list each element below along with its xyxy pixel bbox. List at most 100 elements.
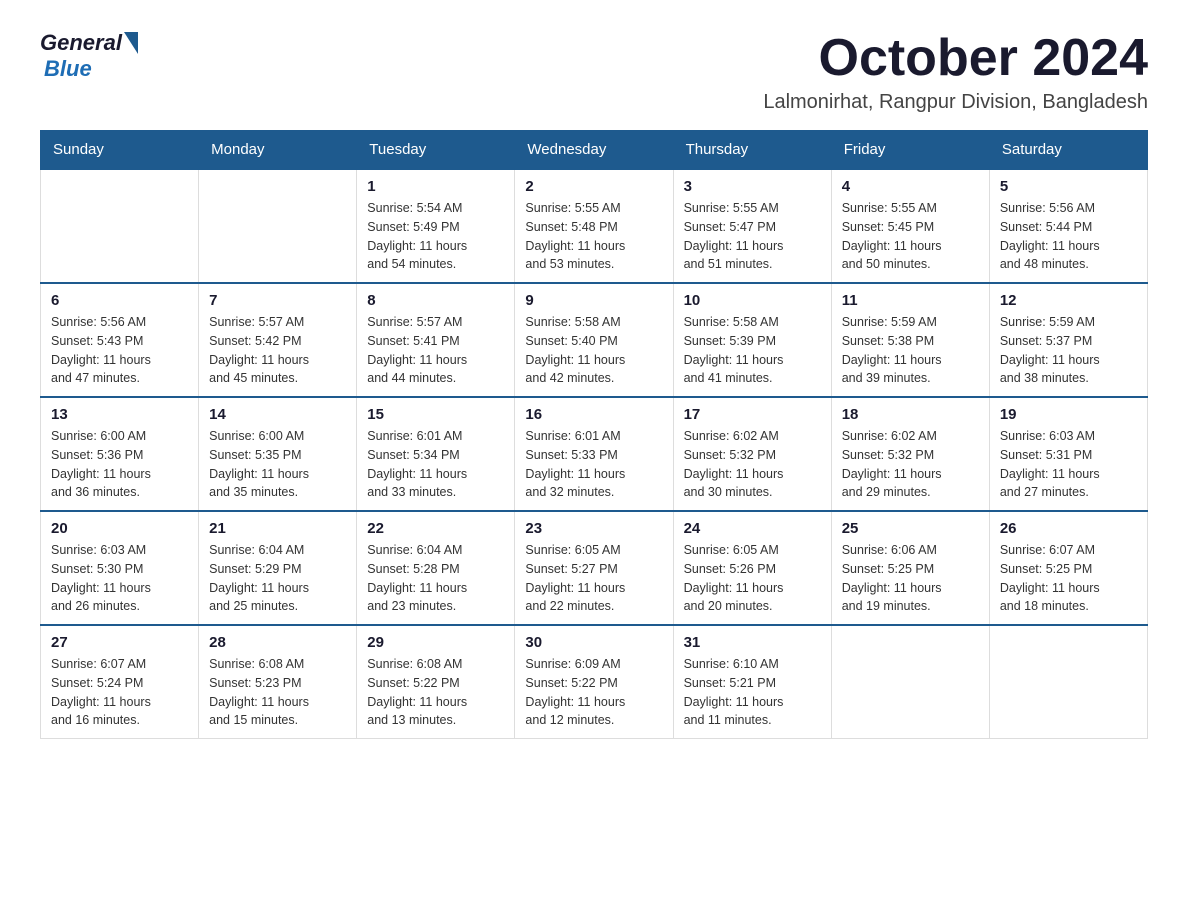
day-number: 8 — [367, 292, 504, 309]
day-info: Sunrise: 6:00 AM Sunset: 5:35 PM Dayligh… — [209, 427, 346, 502]
weekday-header-friday: Friday — [831, 131, 989, 170]
day-number: 4 — [842, 178, 979, 195]
day-info: Sunrise: 5:55 AM Sunset: 5:47 PM Dayligh… — [684, 199, 821, 274]
day-cell — [199, 169, 357, 283]
calendar-table: SundayMondayTuesdayWednesdayThursdayFrid… — [40, 130, 1148, 739]
day-info: Sunrise: 6:03 AM Sunset: 5:30 PM Dayligh… — [51, 541, 188, 616]
logo-general-text: General — [40, 30, 122, 56]
day-cell: 25 Sunrise: 6:06 AM Sunset: 5:25 PM Dayli… — [831, 511, 989, 625]
day-info: Sunrise: 5:59 AM Sunset: 5:37 PM Dayligh… — [1000, 313, 1137, 388]
day-info: Sunrise: 6:02 AM Sunset: 5:32 PM Dayligh… — [842, 427, 979, 502]
day-cell: 10Sunrise: 5:58 AM Sunset: 5:39 PM Dayli… — [673, 283, 831, 397]
day-cell: 4 Sunrise: 5:55 AM Sunset: 5:45 PM Daylig… — [831, 169, 989, 283]
day-number: 31 — [684, 634, 821, 651]
day-info: Sunrise: 6:01 AM Sunset: 5:34 PM Dayligh… — [367, 427, 504, 502]
day-cell: 22 Sunrise: 6:04 AM Sunset: 5:28 PM Dayli… — [357, 511, 515, 625]
day-number: 29 — [367, 634, 504, 651]
day-info: Sunrise: 6:04 AM Sunset: 5:28 PM Dayligh… — [367, 541, 504, 616]
day-number: 13 — [51, 406, 188, 423]
week-row-1: 1 Sunrise: 5:54 AM Sunset: 5:49 PM Daylig… — [41, 169, 1148, 283]
day-cell: 27 Sunrise: 6:07 AM Sunset: 5:24 PM Dayli… — [41, 625, 199, 739]
day-number: 17 — [684, 406, 821, 423]
day-number: 6 — [51, 292, 188, 309]
day-cell: 12 Sunrise: 5:59 AM Sunset: 5:37 PM Dayli… — [989, 283, 1147, 397]
day-number: 12 — [1000, 292, 1137, 309]
day-cell: 31Sunrise: 6:10 AM Sunset: 5:21 PM Dayli… — [673, 625, 831, 739]
day-cell: 7Sunrise: 5:57 AM Sunset: 5:42 PM Daylig… — [199, 283, 357, 397]
day-info: Sunrise: 5:54 AM Sunset: 5:49 PM Dayligh… — [367, 199, 504, 274]
day-cell: 2 Sunrise: 5:55 AM Sunset: 5:48 PM Daylig… — [515, 169, 673, 283]
weekday-header-monday: Monday — [199, 131, 357, 170]
day-cell: 9 Sunrise: 5:58 AM Sunset: 5:40 PM Daylig… — [515, 283, 673, 397]
weekday-header-wednesday: Wednesday — [515, 131, 673, 170]
day-cell: 5 Sunrise: 5:56 AM Sunset: 5:44 PM Daylig… — [989, 169, 1147, 283]
day-info: Sunrise: 5:56 AM Sunset: 5:44 PM Dayligh… — [1000, 199, 1137, 274]
logo: General Blue — [40, 30, 138, 82]
day-number: 18 — [842, 406, 979, 423]
day-cell: 17 Sunrise: 6:02 AM Sunset: 5:32 PM Dayli… — [673, 397, 831, 511]
day-info: Sunrise: 5:57 AM Sunset: 5:41 PM Dayligh… — [367, 313, 504, 388]
day-number: 23 — [525, 520, 662, 537]
day-cell: 20 Sunrise: 6:03 AM Sunset: 5:30 PM Dayli… — [41, 511, 199, 625]
day-number: 1 — [367, 178, 504, 195]
day-info: Sunrise: 6:04 AM Sunset: 5:29 PM Dayligh… — [209, 541, 346, 616]
day-info: Sunrise: 6:09 AM Sunset: 5:22 PM Dayligh… — [525, 655, 662, 730]
day-cell: 6 Sunrise: 5:56 AM Sunset: 5:43 PM Daylig… — [41, 283, 199, 397]
day-number: 27 — [51, 634, 188, 651]
day-number: 5 — [1000, 178, 1137, 195]
page-header: General Blue October 2024 Lalmonirhat, R… — [40, 30, 1148, 114]
day-number: 11 — [842, 292, 979, 309]
day-cell: 24Sunrise: 6:05 AM Sunset: 5:26 PM Dayli… — [673, 511, 831, 625]
day-cell: 21 Sunrise: 6:04 AM Sunset: 5:29 PM Dayli… — [199, 511, 357, 625]
day-info: Sunrise: 6:00 AM Sunset: 5:36 PM Dayligh… — [51, 427, 188, 502]
day-info: Sunrise: 6:07 AM Sunset: 5:25 PM Dayligh… — [1000, 541, 1137, 616]
day-cell — [989, 625, 1147, 739]
day-cell: 26 Sunrise: 6:07 AM Sunset: 5:25 PM Dayli… — [989, 511, 1147, 625]
day-number: 25 — [842, 520, 979, 537]
day-number: 24 — [684, 520, 821, 537]
day-info: Sunrise: 5:55 AM Sunset: 5:48 PM Dayligh… — [525, 199, 662, 274]
day-cell — [41, 169, 199, 283]
day-info: Sunrise: 6:06 AM Sunset: 5:25 PM Dayligh… — [842, 541, 979, 616]
day-info: Sunrise: 6:01 AM Sunset: 5:33 PM Dayligh… — [525, 427, 662, 502]
day-number: 3 — [684, 178, 821, 195]
day-info: Sunrise: 5:59 AM Sunset: 5:38 PM Dayligh… — [842, 313, 979, 388]
day-cell: 11 Sunrise: 5:59 AM Sunset: 5:38 PM Dayli… — [831, 283, 989, 397]
day-cell: 19Sunrise: 6:03 AM Sunset: 5:31 PM Dayli… — [989, 397, 1147, 511]
logo-triangle-icon — [124, 32, 138, 54]
day-cell: 28 Sunrise: 6:08 AM Sunset: 5:23 PM Dayli… — [199, 625, 357, 739]
day-info: Sunrise: 6:07 AM Sunset: 5:24 PM Dayligh… — [51, 655, 188, 730]
day-number: 14 — [209, 406, 346, 423]
day-cell — [831, 625, 989, 739]
day-number: 22 — [367, 520, 504, 537]
day-cell: 3 Sunrise: 5:55 AM Sunset: 5:47 PM Daylig… — [673, 169, 831, 283]
day-cell: 16Sunrise: 6:01 AM Sunset: 5:33 PM Dayli… — [515, 397, 673, 511]
day-cell: 23 Sunrise: 6:05 AM Sunset: 5:27 PM Dayli… — [515, 511, 673, 625]
day-number: 28 — [209, 634, 346, 651]
day-info: Sunrise: 5:55 AM Sunset: 5:45 PM Dayligh… — [842, 199, 979, 274]
day-number: 15 — [367, 406, 504, 423]
day-cell: 30Sunrise: 6:09 AM Sunset: 5:22 PM Dayli… — [515, 625, 673, 739]
day-number: 21 — [209, 520, 346, 537]
day-cell: 14 Sunrise: 6:00 AM Sunset: 5:35 PM Dayli… — [199, 397, 357, 511]
title-section: October 2024 Lalmonirhat, Rangpur Divisi… — [763, 30, 1148, 114]
day-cell: 13 Sunrise: 6:00 AM Sunset: 5:36 PM Dayli… — [41, 397, 199, 511]
week-row-4: 20 Sunrise: 6:03 AM Sunset: 5:30 PM Dayli… — [41, 511, 1148, 625]
weekday-header-sunday: Sunday — [41, 131, 199, 170]
logo-blue-text: Blue — [44, 56, 92, 82]
day-info: Sunrise: 5:58 AM Sunset: 5:40 PM Dayligh… — [525, 313, 662, 388]
day-info: Sunrise: 6:03 AM Sunset: 5:31 PM Dayligh… — [1000, 427, 1137, 502]
day-info: Sunrise: 6:05 AM Sunset: 5:27 PM Dayligh… — [525, 541, 662, 616]
day-number: 20 — [51, 520, 188, 537]
week-row-3: 13 Sunrise: 6:00 AM Sunset: 5:36 PM Dayli… — [41, 397, 1148, 511]
location-subtitle: Lalmonirhat, Rangpur Division, Banglades… — [763, 91, 1148, 114]
day-info: Sunrise: 6:08 AM Sunset: 5:23 PM Dayligh… — [209, 655, 346, 730]
day-number: 26 — [1000, 520, 1137, 537]
day-number: 2 — [525, 178, 662, 195]
day-info: Sunrise: 6:02 AM Sunset: 5:32 PM Dayligh… — [684, 427, 821, 502]
day-cell: 8 Sunrise: 5:57 AM Sunset: 5:41 PM Daylig… — [357, 283, 515, 397]
day-info: Sunrise: 5:56 AM Sunset: 5:43 PM Dayligh… — [51, 313, 188, 388]
day-number: 9 — [525, 292, 662, 309]
month-year-title: October 2024 — [763, 30, 1148, 87]
day-info: Sunrise: 5:58 AM Sunset: 5:39 PM Dayligh… — [684, 313, 821, 388]
